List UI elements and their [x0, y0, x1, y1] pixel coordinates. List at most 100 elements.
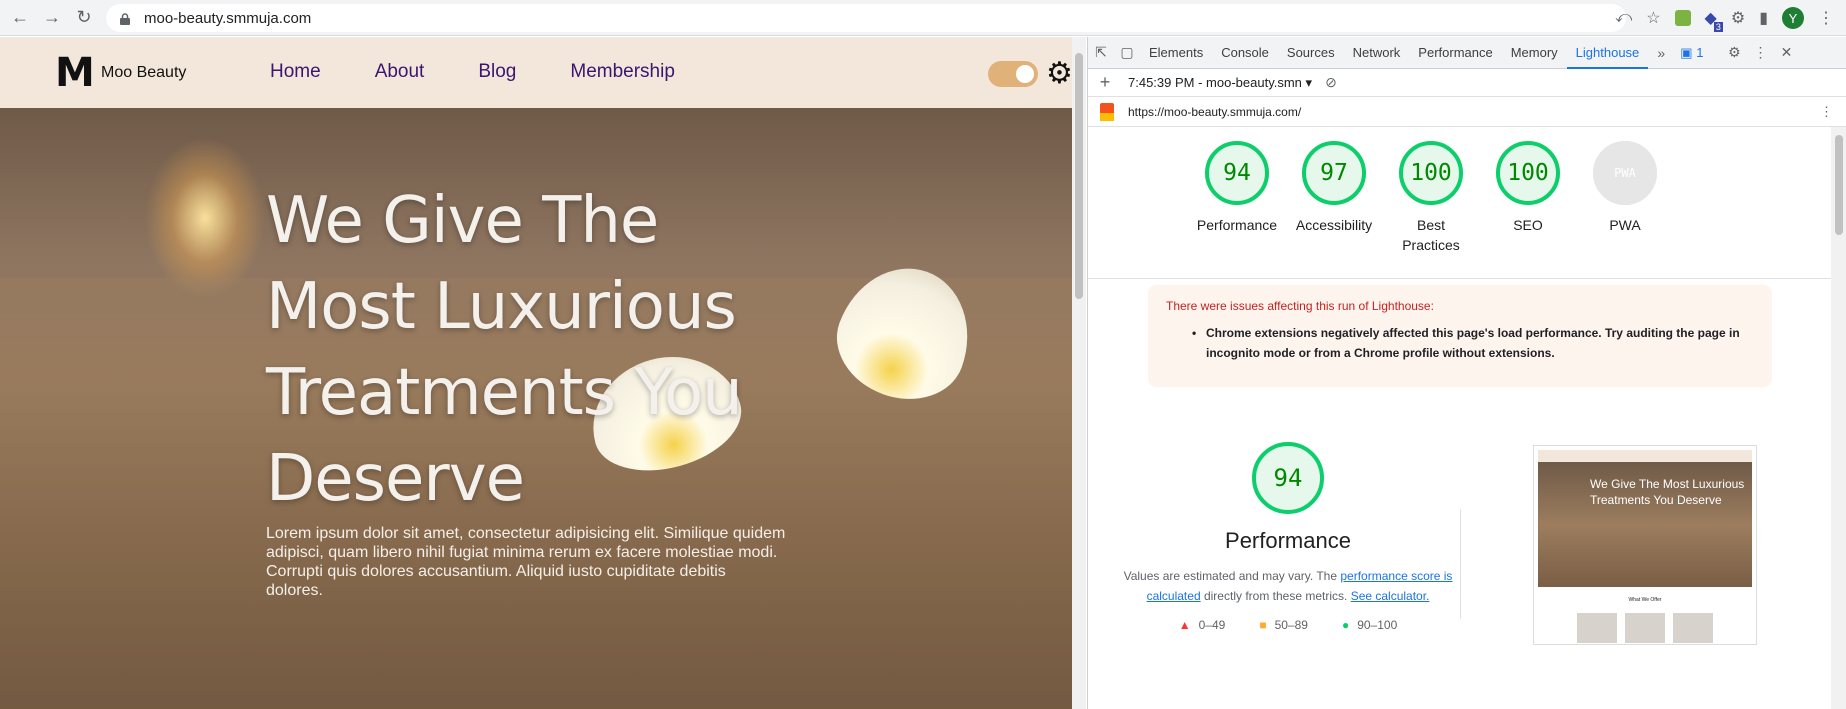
nav-home[interactable]: Home [270, 61, 321, 83]
gauge-performance[interactable]: 94 Performance [1192, 141, 1282, 235]
gauge-best-practices[interactable]: 100 Best Practices [1386, 141, 1476, 255]
report-url-bar: https://moo-beauty.smmuja.com/ ⋮ [1088, 97, 1846, 127]
gauge-pwa[interactable]: PWA PWA [1580, 141, 1670, 235]
tab-lighthouse[interactable]: Lighthouse [1566, 37, 1649, 69]
new-report-icon[interactable]: + [1092, 72, 1118, 93]
nav-membership[interactable]: Membership [570, 61, 675, 83]
extension-badge-count: 3 [1713, 22, 1723, 32]
gauge-label: Accessibility [1295, 217, 1373, 233]
devtools-scrollbar[interactable] [1831, 127, 1846, 709]
site-header: M Moo Beauty Home About Blog Membership … [0, 37, 1072, 108]
pwa-badge-icon: PWA [1593, 141, 1657, 205]
legend-average-range: 50–89 [1274, 618, 1308, 632]
note-text: Values are estimated and may vary. The [1123, 569, 1338, 583]
more-tabs-icon[interactable]: » [1648, 45, 1674, 61]
hero-text: Lorem ipsum dolor sit amet, consectetur … [266, 525, 786, 599]
performance-score-ring: 94 [1252, 442, 1324, 514]
gauge-seo[interactable]: 100 SEO [1483, 141, 1573, 235]
report-selector-label: 7:45:39 PM - moo-beauty.smn [1128, 74, 1302, 90]
close-icon[interactable]: ✕ [1773, 44, 1799, 61]
divider [1460, 509, 1461, 619]
final-screenshot[interactable]: We Give The Most Luxurious Treatments Yo… [1533, 445, 1757, 645]
report-url[interactable]: https://moo-beauty.smmuja.com/ [1128, 105, 1301, 119]
extension-badge-icon[interactable]: ◆ 3 [1705, 8, 1723, 32]
gauge-label: SEO [1513, 217, 1543, 233]
issues-counter[interactable]: ▣ 1 [1680, 45, 1703, 61]
site-nav: Home About Blog Membership [270, 61, 675, 83]
logo-text[interactable]: Moo Beauty [101, 64, 186, 82]
see-calculator-link[interactable]: See calculator. [1351, 589, 1430, 603]
score-ring: 100 [1399, 141, 1463, 205]
forward-icon[interactable]: → [36, 2, 68, 34]
nav-about[interactable]: About [375, 61, 425, 83]
share-icon[interactable]: ⤺ [1615, 9, 1632, 27]
url-text: moo-beauty.smmuja.com [144, 9, 312, 27]
kebab-menu-icon[interactable]: ⋮ [1747, 44, 1773, 61]
extension-icon[interactable] [1674, 10, 1691, 26]
thumb-label: What We Offer [1628, 597, 1662, 603]
pwa-badge-text: PWA [1614, 166, 1636, 180]
legend-pass-range: 90–100 [1357, 618, 1398, 632]
side-panel-icon[interactable]: ▮ [1759, 8, 1768, 28]
performance-summary: 94 Performance Values are estimated and … [1108, 442, 1468, 632]
gauge-accessibility[interactable]: 97 Accessibility [1289, 141, 1379, 235]
thumb-card [1673, 613, 1713, 643]
issues-count: 1 [1696, 44, 1704, 60]
tab-elements[interactable]: Elements [1140, 37, 1212, 69]
devtools-tabs: ⇱ ▢ Elements Console Sources Network Per… [1088, 37, 1846, 69]
devtools-panel: ⇱ ▢ Elements Console Sources Network Per… [1087, 37, 1846, 709]
logo-mark[interactable]: M [55, 49, 95, 97]
scrollbar-thumb[interactable] [1075, 53, 1083, 299]
tab-performance[interactable]: Performance [1409, 37, 1501, 69]
puzzle-icon[interactable]: ⚙ [1731, 8, 1745, 28]
gear-icon[interactable]: ⚙ [1046, 56, 1072, 92]
tab-sources[interactable]: Sources [1278, 37, 1344, 69]
website-viewport: M Moo Beauty Home About Blog Membership … [0, 37, 1072, 709]
issues-heading: There were issues affecting this run of … [1166, 299, 1434, 313]
legend-fail-range: 0–49 [1198, 618, 1226, 632]
thumb-card [1577, 613, 1617, 643]
score-gauges: 94 Performance 97 Accessibility 100 Best… [1088, 127, 1831, 279]
tab-network[interactable]: Network [1344, 37, 1410, 69]
score-ring: 94 [1205, 141, 1269, 205]
score-ring: 100 [1496, 141, 1560, 205]
performance-title: Performance [1225, 528, 1351, 553]
settings-icon[interactable]: ⚙ [1721, 44, 1747, 61]
address-bar[interactable]: moo-beauty.smmuja.com [106, 4, 1626, 32]
report-selector[interactable]: 7:45:39 PM - moo-beauty.smn ▾ [1128, 75, 1312, 91]
tab-console[interactable]: Console [1212, 37, 1278, 69]
hero-section: We Give The Most Luxurious Treatments Yo… [0, 108, 1072, 709]
thumb-cards [1538, 613, 1752, 643]
legend-average: ■ 50–89 [1259, 618, 1308, 632]
device-toolbar-icon[interactable]: ▢ [1114, 44, 1140, 61]
performance-note: Values are estimated and may vary. The p… [1108, 566, 1468, 606]
bookmark-star-icon[interactable]: ☆ [1646, 8, 1660, 28]
tab-memory[interactable]: Memory [1502, 37, 1567, 69]
issues-warning: There were issues affecting this run of … [1148, 285, 1772, 387]
menu-icon[interactable]: ⋮ [1818, 8, 1834, 28]
toggle-knob [1016, 65, 1034, 83]
browser-toolbar: ← → ↻ moo-beauty.smmuja.com ⤺ ☆ ◆ 3 ⚙ ▮ Y… [0, 0, 1846, 36]
gauge-label: Best Practices [1402, 217, 1460, 253]
clear-icon[interactable]: ⊘ [1318, 74, 1344, 91]
avatar[interactable]: Y [1782, 7, 1804, 29]
reload-icon[interactable]: ↻ [68, 2, 100, 34]
back-icon[interactable]: ← [4, 2, 36, 34]
nav-blog[interactable]: Blog [478, 61, 516, 83]
page-scrollbar[interactable] [1072, 37, 1086, 709]
circle-icon: ● [1341, 618, 1350, 632]
triangle-icon: ▲ [1178, 618, 1191, 632]
theme-toggle[interactable] [988, 61, 1038, 87]
square-icon: ■ [1259, 618, 1267, 632]
thumb-hero: We Give The Most Luxurious Treatments Yo… [1538, 462, 1752, 587]
scrollbar-thumb[interactable] [1835, 135, 1843, 235]
score-ring: 97 [1302, 141, 1366, 205]
lighthouse-icon [1100, 102, 1114, 121]
thumb-header [1538, 450, 1752, 462]
legend-fail: ▲ 0–49 [1179, 618, 1226, 632]
note-text-2: directly from these metrics. [1203, 589, 1348, 603]
report-menu-icon[interactable]: ⋮ [1820, 104, 1833, 120]
legend-pass: ● 90–100 [1342, 618, 1397, 632]
thumb-card [1625, 613, 1665, 643]
inspect-icon[interactable]: ⇱ [1088, 44, 1114, 61]
